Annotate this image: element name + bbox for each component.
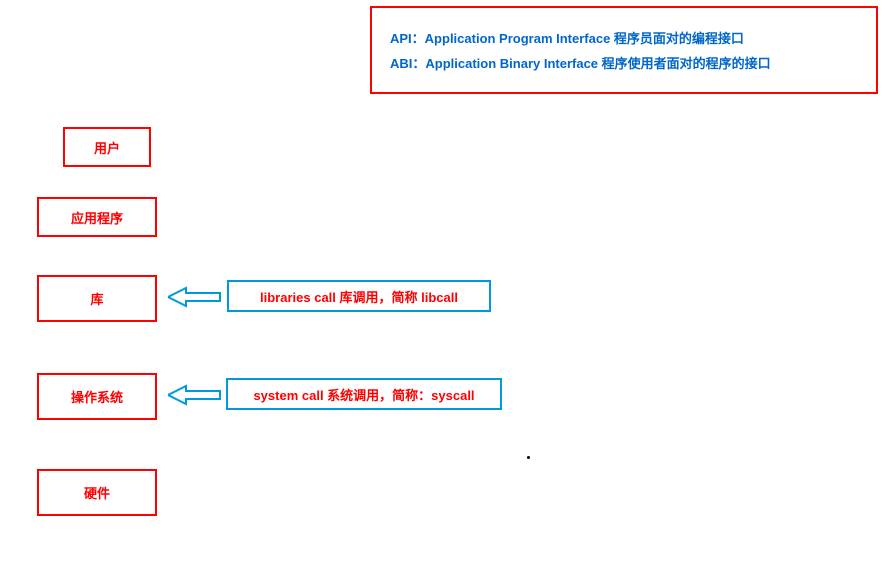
dot-artifact: [527, 456, 530, 459]
arrow-syscall-icon: [168, 384, 222, 406]
legend-abi-line: ABI：Application Binary Interface 程序使用者面对…: [390, 53, 858, 72]
box-hw: 硬件: [37, 469, 157, 516]
legend-box: API：Application Program Interface 程序员面对的…: [370, 6, 878, 94]
annot-libcall-box: libraries call 库调用，简称 libcall: [227, 280, 491, 312]
box-hw-label: 硬件: [84, 483, 110, 502]
box-user-label: 用户: [94, 138, 120, 157]
box-app: 应用程序: [37, 197, 157, 237]
box-os-label: 操作系统: [71, 387, 123, 406]
box-lib: 库: [37, 275, 157, 322]
box-app-label: 应用程序: [71, 208, 123, 227]
box-user: 用户: [63, 127, 151, 167]
annot-syscall-box: system call 系统调用，简称：syscall: [226, 378, 502, 410]
annot-syscall-label: system call 系统调用，简称：syscall: [253, 385, 474, 404]
box-os: 操作系统: [37, 373, 157, 420]
arrow-libcall-icon: [168, 286, 222, 308]
box-lib-label: 库: [90, 289, 103, 308]
legend-api-line: API：Application Program Interface 程序员面对的…: [390, 28, 858, 47]
annot-libcall-label: libraries call 库调用，简称 libcall: [260, 287, 458, 306]
